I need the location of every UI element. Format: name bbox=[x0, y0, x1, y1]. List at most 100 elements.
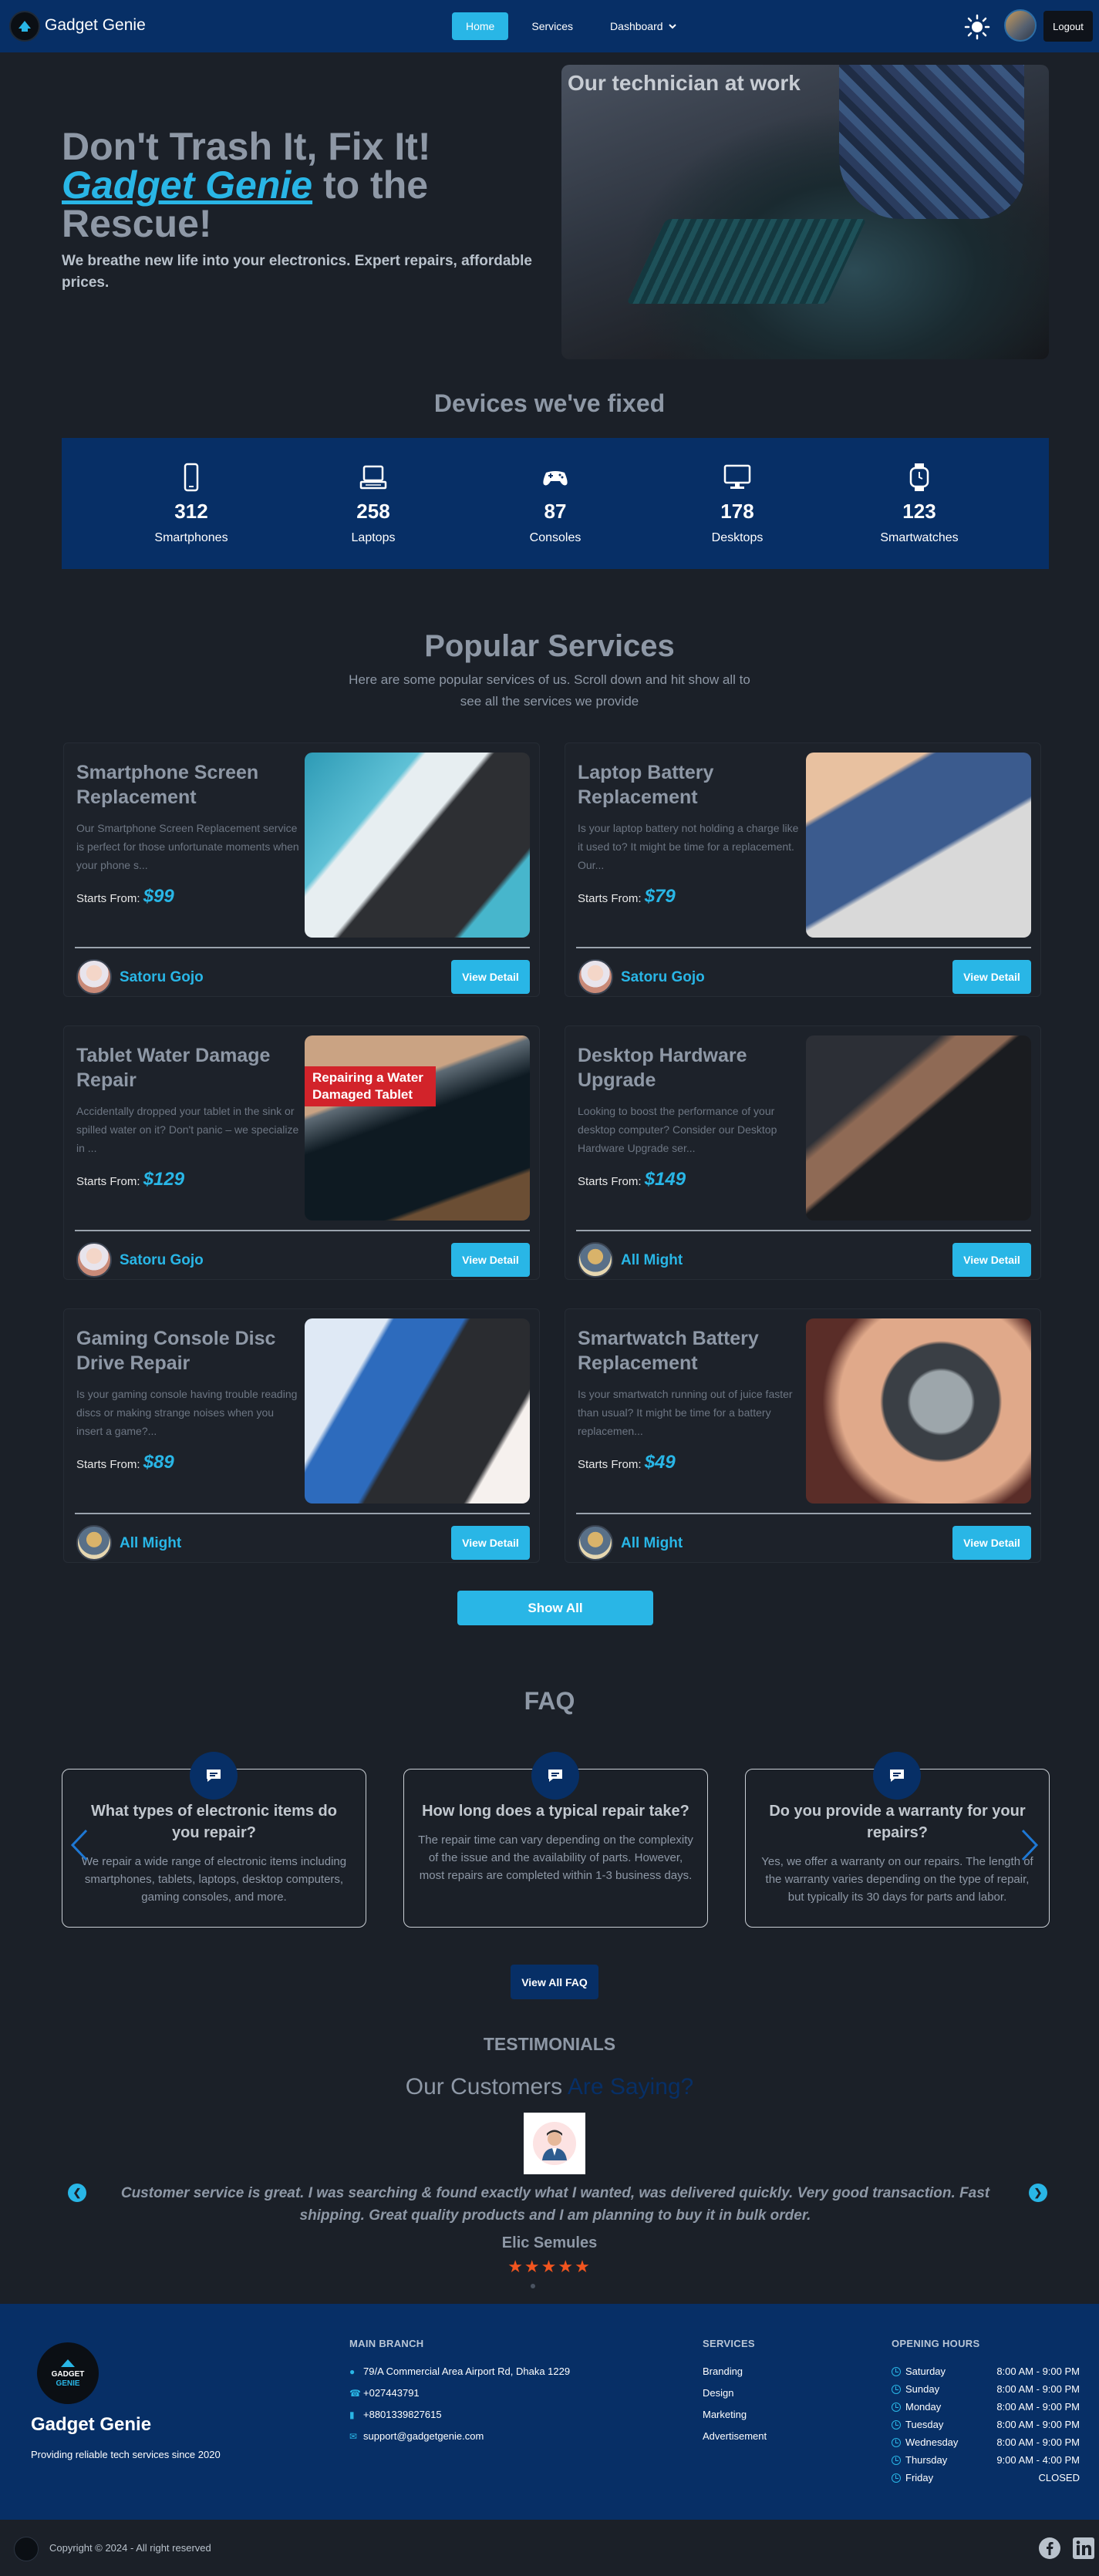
carousel-dot[interactable] bbox=[531, 2284, 535, 2288]
footer-service-link[interactable]: Design bbox=[703, 2387, 733, 2399]
device-count: 123 bbox=[902, 500, 936, 523]
navbar: Gadget Genie Home Services Dashboard Log… bbox=[0, 0, 1099, 52]
footer-small-logo[interactable] bbox=[14, 2537, 39, 2561]
hours-day: Friday bbox=[892, 2472, 933, 2483]
card-divider bbox=[576, 1230, 1031, 1231]
view-detail-button[interactable]: View Detail bbox=[952, 1243, 1031, 1277]
footer-service-link[interactable]: Marketing bbox=[703, 2409, 747, 2420]
price-prefix: Starts From: bbox=[578, 1175, 645, 1188]
service-card[interactable]: Desktop Hardware Upgrade Looking to boos… bbox=[565, 1025, 1041, 1280]
view-detail-button[interactable]: View Detail bbox=[451, 1526, 530, 1560]
email-text: support@gadgetgenie.com bbox=[363, 2430, 484, 2442]
author-name[interactable]: Satoru Gojo bbox=[120, 969, 204, 986]
faq-next-arrow-icon[interactable] bbox=[1020, 1827, 1040, 1863]
services-heading: SERVICES bbox=[703, 2338, 755, 2349]
hours-time: 8:00 AM - 9:00 PM bbox=[996, 2419, 1080, 2430]
view-detail-button[interactable]: View Detail bbox=[952, 1526, 1031, 1560]
service-card[interactable]: Smartwatch Battery Replacement Is your s… bbox=[565, 1308, 1041, 1563]
gadget-genie-logo[interactable] bbox=[9, 11, 40, 42]
hours-day: Thursday bbox=[892, 2454, 947, 2466]
day-label: Tuesday bbox=[905, 2419, 944, 2430]
mobile-row[interactable]: ▮ +8801339827615 bbox=[349, 2409, 442, 2420]
faq-question: How long does a typical repair take? bbox=[422, 1803, 689, 1820]
service-title[interactable]: Smartwatch Battery Replacement bbox=[578, 1326, 809, 1376]
services-subtitle: Here are some popular services of us. Sc… bbox=[349, 672, 750, 709]
author-avatar bbox=[578, 959, 613, 995]
sun-icon[interactable] bbox=[964, 14, 990, 40]
card-divider bbox=[75, 1230, 530, 1231]
hours-time: 9:00 AM - 4:00 PM bbox=[996, 2454, 1080, 2466]
service-price: Starts From: $99 bbox=[76, 886, 174, 907]
author-name[interactable]: Satoru Gojo bbox=[621, 969, 705, 986]
faq-answer: Yes, we offer a warranty on our repairs.… bbox=[761, 1855, 1033, 1904]
testimonial-next-button[interactable]: ❯ bbox=[1029, 2184, 1047, 2202]
author-name[interactable]: All Might bbox=[621, 1252, 683, 1269]
faq-question: What types of electronic items do you re… bbox=[91, 1803, 337, 1841]
testimonial-prev-button[interactable]: ❮ bbox=[68, 2184, 86, 2202]
price-value: $79 bbox=[644, 886, 676, 907]
clock-icon bbox=[892, 2473, 901, 2483]
hours-row: Sunday 8:00 AM - 9:00 PM bbox=[892, 2383, 1080, 2395]
service-price: Starts From: $129 bbox=[76, 1169, 184, 1190]
brand-name[interactable]: Gadget Genie bbox=[45, 16, 146, 35]
service-image bbox=[305, 1318, 530, 1504]
address-text: 79/A Commercial Area Airport Rd, Dhaka 1… bbox=[363, 2366, 571, 2377]
phone-icon: ☎ bbox=[349, 2387, 361, 2399]
device-label: Consoles bbox=[529, 531, 582, 544]
service-title[interactable]: Tablet Water Damage Repair bbox=[76, 1043, 308, 1093]
service-title[interactable]: Desktop Hardware Upgrade bbox=[578, 1043, 809, 1093]
view-detail-button[interactable]: View Detail bbox=[451, 1243, 530, 1277]
logout-button[interactable]: Logout bbox=[1043, 11, 1093, 42]
footer-service-link[interactable]: Advertisement bbox=[703, 2430, 767, 2442]
service-title[interactable]: Laptop Battery Replacement bbox=[578, 760, 809, 810]
service-card[interactable]: Gaming Console Disc Drive Repair Is your… bbox=[63, 1308, 540, 1563]
faq-question: Do you provide a warranty for your repai… bbox=[769, 1803, 1026, 1841]
hero-title-brand[interactable]: Gadget Genie bbox=[62, 163, 312, 207]
facebook-icon[interactable] bbox=[1038, 2537, 1061, 2560]
footer-logo[interactable]: GADGET GENIE bbox=[37, 2342, 99, 2404]
clock-icon bbox=[892, 2419, 901, 2430]
service-description: Is your laptop battery not holding a cha… bbox=[578, 822, 799, 871]
device-smartwatches: 123 Smartwatches bbox=[858, 462, 981, 545]
circuit-board bbox=[626, 219, 867, 304]
location-pin-icon: ● bbox=[349, 2366, 356, 2377]
service-title[interactable]: Gaming Console Disc Drive Repair bbox=[76, 1326, 308, 1376]
view-all-faq-button[interactable]: View All FAQ bbox=[511, 1965, 598, 1999]
faq-prev-arrow-icon[interactable] bbox=[69, 1827, 89, 1863]
author-name[interactable]: All Might bbox=[120, 1535, 181, 1552]
user-avatar[interactable] bbox=[1004, 9, 1037, 42]
card-divider bbox=[75, 947, 530, 948]
service-card[interactable]: Smartphone Screen Replacement Our Smartp… bbox=[63, 742, 540, 997]
chat-icon bbox=[873, 1752, 921, 1800]
author-name[interactable]: All Might bbox=[621, 1535, 683, 1552]
nav-dashboard[interactable]: Dashboard bbox=[596, 12, 691, 40]
hours-day: Saturday bbox=[892, 2366, 946, 2377]
service-card[interactable]: Tablet Water Damage Repair Accidentally … bbox=[63, 1025, 540, 1280]
nav-home[interactable]: Home bbox=[452, 12, 509, 40]
author-name[interactable]: Satoru Gojo bbox=[120, 1252, 204, 1269]
phone-text: +027443791 bbox=[363, 2387, 420, 2399]
hours-row: Monday 8:00 AM - 9:00 PM bbox=[892, 2401, 1080, 2413]
hero-technician-image: Our technician at work bbox=[561, 65, 1049, 359]
service-title[interactable]: Smartphone Screen Replacement bbox=[76, 760, 308, 810]
footer-service-link[interactable]: Branding bbox=[703, 2366, 743, 2377]
view-detail-button[interactable]: View Detail bbox=[451, 960, 530, 994]
smartphone-icon bbox=[184, 463, 199, 492]
device-desktops: 178 Desktops bbox=[676, 462, 799, 545]
view-detail-button[interactable]: View Detail bbox=[952, 960, 1031, 994]
phone-row[interactable]: ☎ +027443791 bbox=[349, 2387, 420, 2399]
price-prefix: Starts From: bbox=[76, 1175, 143, 1188]
email-row[interactable]: ✉ support@gadgetgenie.com bbox=[349, 2430, 484, 2442]
service-description: Our Smartphone Screen Replacement servic… bbox=[76, 822, 299, 871]
card-divider bbox=[576, 947, 1031, 948]
hero-title: Don't Trash It, Fix It! Gadget Genie to … bbox=[62, 127, 540, 243]
author-avatar bbox=[578, 1242, 613, 1278]
service-description: Accidentally dropped your tablet in the … bbox=[76, 1105, 299, 1154]
bottom-bar: Copyright © 2024 - All right reserved bbox=[0, 2520, 1099, 2576]
show-all-button[interactable]: Show All bbox=[457, 1591, 653, 1625]
nav-services[interactable]: Services bbox=[517, 12, 587, 40]
linkedin-icon[interactable] bbox=[1072, 2537, 1095, 2560]
address-row: ● 79/A Commercial Area Airport Rd, Dhaka … bbox=[349, 2366, 570, 2377]
service-card[interactable]: Laptop Battery Replacement Is your lapto… bbox=[565, 742, 1041, 997]
footer: GADGET GENIE Gadget Genie Providing reli… bbox=[0, 2304, 1099, 2520]
